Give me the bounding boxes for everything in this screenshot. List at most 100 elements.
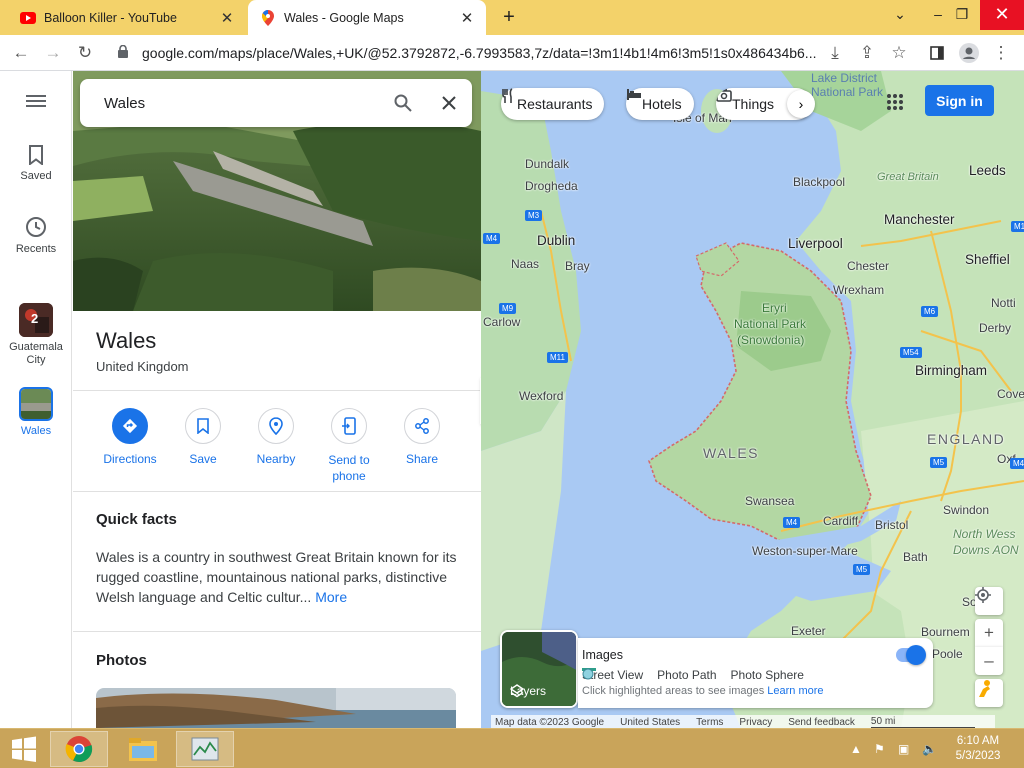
- google-maps-icon: [260, 9, 276, 26]
- tab-title: Wales - Google Maps: [284, 10, 404, 25]
- map-label-england: ENGLAND: [927, 431, 1006, 447]
- back-icon[interactable]: ←: [8, 40, 34, 66]
- my-location-icon[interactable]: [975, 587, 1003, 615]
- close-tab-icon[interactable]: ✕: [456, 9, 478, 27]
- share-button[interactable]: Share: [385, 408, 459, 466]
- network-icon[interactable]: ▣: [898, 742, 909, 756]
- reload-icon[interactable]: ↻: [72, 40, 98, 66]
- browser-toolbar: ← → ↻ google.com/maps/place/Wales,+UK/@5…: [0, 35, 1024, 71]
- rail-recents-label: Recents: [15, 243, 57, 255]
- map-label-swindon: Swindon: [943, 503, 990, 517]
- directions-button[interactable]: Directions: [93, 408, 167, 466]
- images-layer-panel: Images Street View Photo Path Photo Sphe…: [578, 638, 933, 708]
- save-label: Save: [189, 452, 217, 466]
- pegman-icon[interactable]: [975, 679, 1003, 707]
- action-center-flag-icon[interactable]: ⚑: [874, 742, 885, 756]
- address-bar[interactable]: google.com/maps/place/Wales,+UK/@52.3792…: [106, 39, 818, 67]
- map-label-coventry: Cove: [997, 387, 1024, 401]
- chip-label: Hotels: [642, 96, 682, 112]
- download-icon[interactable]: ⤓: [822, 40, 848, 66]
- tab-youtube[interactable]: Balloon Killer - YouTube ✕: [8, 0, 246, 35]
- file-explorer-icon[interactable]: [114, 731, 172, 767]
- share-page-icon[interactable]: ⇪: [854, 40, 880, 66]
- images-hint: Click highlighted areas to see images Le…: [582, 685, 824, 697]
- task-manager-icon[interactable]: [176, 731, 234, 767]
- nearby-label: Nearby: [256, 452, 296, 466]
- region-link[interactable]: United States: [620, 717, 680, 728]
- tab-search-icon[interactable]: ⌄: [884, 0, 916, 30]
- chip-hotels[interactable]: Hotels: [626, 88, 694, 120]
- new-tab-button[interactable]: +: [496, 5, 522, 31]
- profile-icon[interactable]: [956, 40, 982, 66]
- phone-icon: [331, 408, 367, 444]
- terms-link[interactable]: Terms: [696, 717, 723, 728]
- hamburger-menu-icon[interactable]: [0, 93, 72, 114]
- road-shield: M6: [921, 306, 939, 317]
- map-label-bath: Bath: [903, 550, 928, 564]
- privacy-link[interactable]: Privacy: [739, 717, 772, 728]
- quick-facts-text: Wales is a country in southwest Great Br…: [96, 547, 460, 607]
- toggle-knob: [906, 645, 926, 665]
- system-clock[interactable]: 6:10 AM 5/3/2023: [948, 734, 1008, 764]
- forward-icon[interactable]: →: [40, 40, 66, 66]
- layers-button[interactable]: Layers: [500, 630, 578, 708]
- search-icon[interactable]: [380, 79, 426, 127]
- road-shield: M1: [1011, 221, 1024, 232]
- send-to-phone-button[interactable]: Send to phone: [312, 408, 386, 484]
- rail-recent-guatemala[interactable]: 2 Guatemala City: [0, 303, 72, 367]
- menu-kebab-icon[interactable]: ⋮: [988, 40, 1014, 66]
- map-label-eryri: Eryri: [762, 301, 787, 315]
- save-button[interactable]: Save: [166, 408, 240, 466]
- search-input[interactable]: Wales: [104, 95, 380, 112]
- layers-icon: [510, 684, 524, 698]
- chrome-taskbar-icon[interactable]: [50, 731, 108, 767]
- zoom-in-button[interactable]: +: [975, 619, 1003, 647]
- directions-label: Directions: [103, 452, 157, 466]
- map-label-wales: WALES: [703, 445, 759, 461]
- close-tab-icon[interactable]: ✕: [216, 9, 238, 27]
- scale-label[interactable]: 50 mi: [870, 716, 976, 728]
- zoom-out-button[interactable]: –: [975, 647, 1003, 675]
- images-legend: Street View Photo Path Photo Sphere: [582, 668, 818, 682]
- windows-logo-icon: [12, 736, 36, 762]
- learn-more-link[interactable]: Learn more: [767, 685, 823, 697]
- restore-icon[interactable]: ❐: [946, 0, 978, 30]
- wales-thumbnail: [19, 387, 53, 421]
- url-text: google.com/maps/place/Wales,+UK/@52.3792…: [142, 45, 817, 61]
- map-canvas[interactable]: Lake District National Park Isle of Man …: [481, 71, 1024, 728]
- tab-google-maps[interactable]: Wales - Google Maps ✕: [248, 0, 486, 35]
- start-button[interactable]: [0, 731, 48, 767]
- side-panel-icon[interactable]: [924, 40, 950, 66]
- volume-icon[interactable]: 🔈: [922, 742, 937, 756]
- map-label-manchester: Manchester: [884, 212, 955, 227]
- maps-left-rail: Saved Recents 2 Guatemala City Wales: [0, 71, 72, 728]
- quick-facts-heading: Quick facts: [96, 511, 177, 528]
- send-feedback-link[interactable]: Send feedback: [788, 717, 855, 728]
- rail-recent-wales[interactable]: Wales: [0, 387, 72, 437]
- photo-thumbnail[interactable]: [96, 688, 456, 728]
- bookmark-star-icon[interactable]: ☆: [886, 40, 912, 66]
- place-title: Wales: [96, 328, 157, 353]
- more-link[interactable]: More: [315, 589, 347, 605]
- chip-restaurants[interactable]: Restaurants: [501, 88, 605, 120]
- rail-saved[interactable]: Saved: [0, 145, 72, 182]
- tab-title: Balloon Killer - YouTube: [44, 10, 177, 25]
- nearby-button[interactable]: Nearby: [239, 408, 313, 466]
- close-window-button[interactable]: ✕: [980, 0, 1024, 30]
- nearby-pin-icon: [258, 408, 294, 444]
- sign-in-button[interactable]: Sign in: [925, 85, 994, 116]
- rail-recents[interactable]: Recents: [0, 216, 72, 255]
- search-bar[interactable]: Wales: [80, 79, 472, 127]
- images-toggle[interactable]: [896, 645, 926, 665]
- clock-time: 6:10 AM: [956, 735, 1000, 747]
- map-label-nottingham: Notti: [991, 296, 1016, 310]
- google-apps-icon[interactable]: [886, 93, 904, 111]
- tray-chevron-icon[interactable]: ▲: [850, 742, 862, 756]
- road-shield: M5: [853, 564, 871, 575]
- close-icon[interactable]: [426, 79, 472, 127]
- windows-taskbar: ▲ ⚑ ▣ 🔈 6:10 AM 5/3/2023: [0, 728, 1024, 768]
- road-shield: M4: [1010, 458, 1024, 469]
- images-title: Images: [582, 648, 623, 662]
- chips-next-icon[interactable]: ›: [787, 90, 815, 118]
- map-label-weston: Weston-super-Mare: [752, 544, 858, 558]
